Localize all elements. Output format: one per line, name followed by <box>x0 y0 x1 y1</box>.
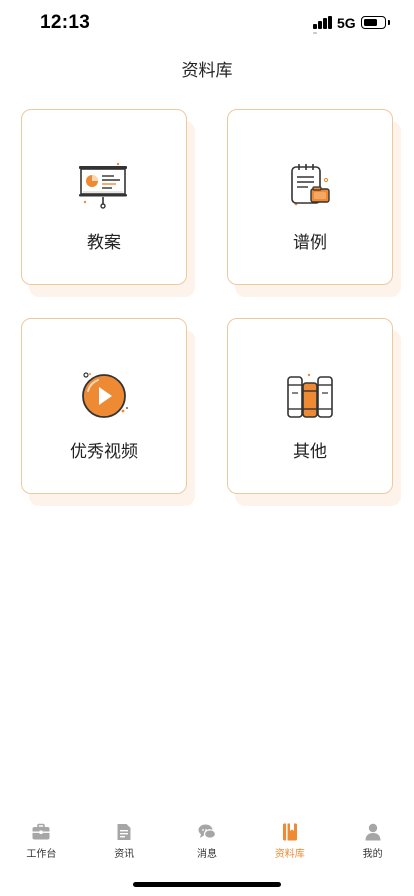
tab-workbench[interactable]: 工作台 <box>0 816 83 866</box>
category-card-wrapper: 谱例 <box>227 109 401 297</box>
tab-label: 消息 <box>196 849 217 860</box>
tab-library[interactable]: 资料库 <box>248 816 331 866</box>
tab-profile[interactable]: 我的 <box>331 816 414 866</box>
library-book-icon <box>282 823 297 841</box>
tab-label: 资讯 <box>114 849 135 860</box>
tab-label: 我的 <box>362 849 383 860</box>
network-type-label: 5G <box>337 15 356 31</box>
category-card-others[interactable]: 其他 <box>227 318 393 494</box>
category-card-excellent-videos[interactable]: 优秀视频 <box>21 318 187 494</box>
status-bar: 12:13 5G <box>0 0 414 46</box>
battery-icon <box>361 16 390 29</box>
category-card-wrapper: 教案 <box>21 109 195 297</box>
home-indicator <box>133 882 281 887</box>
category-label: 教案 <box>87 233 121 253</box>
briefcase-icon <box>32 823 50 840</box>
tab-news[interactable]: 资讯 <box>83 816 166 866</box>
tab-label: 资料库 <box>274 849 305 860</box>
page-title: 资料库 <box>181 61 233 81</box>
presentation-board-icon <box>79 162 127 209</box>
books-icon <box>287 373 333 418</box>
chat-bubbles-icon <box>198 824 217 839</box>
status-time: 12:13 <box>40 12 91 33</box>
play-circle-icon <box>82 372 128 418</box>
category-card-lesson-plans[interactable]: 教案 <box>21 109 187 285</box>
tab-messages[interactable]: 消息 <box>166 816 249 866</box>
category-card-wrapper: 优秀视频 <box>21 318 195 506</box>
category-label: 谱例 <box>293 233 327 253</box>
notepad-folder-icon <box>291 164 330 206</box>
category-label: 优秀视频 <box>70 442 138 462</box>
cellular-signal-icon <box>313 16 333 34</box>
tab-label: 工作台 <box>26 849 57 860</box>
document-icon <box>117 824 131 840</box>
category-card-wrapper: 其他 <box>227 318 401 506</box>
person-icon <box>365 823 381 841</box>
category-label: 其他 <box>293 442 327 462</box>
tab-bar: 工作台 资讯 消息 资料库 我的 <box>0 816 414 866</box>
category-card-score-examples[interactable]: 谱例 <box>227 109 393 285</box>
